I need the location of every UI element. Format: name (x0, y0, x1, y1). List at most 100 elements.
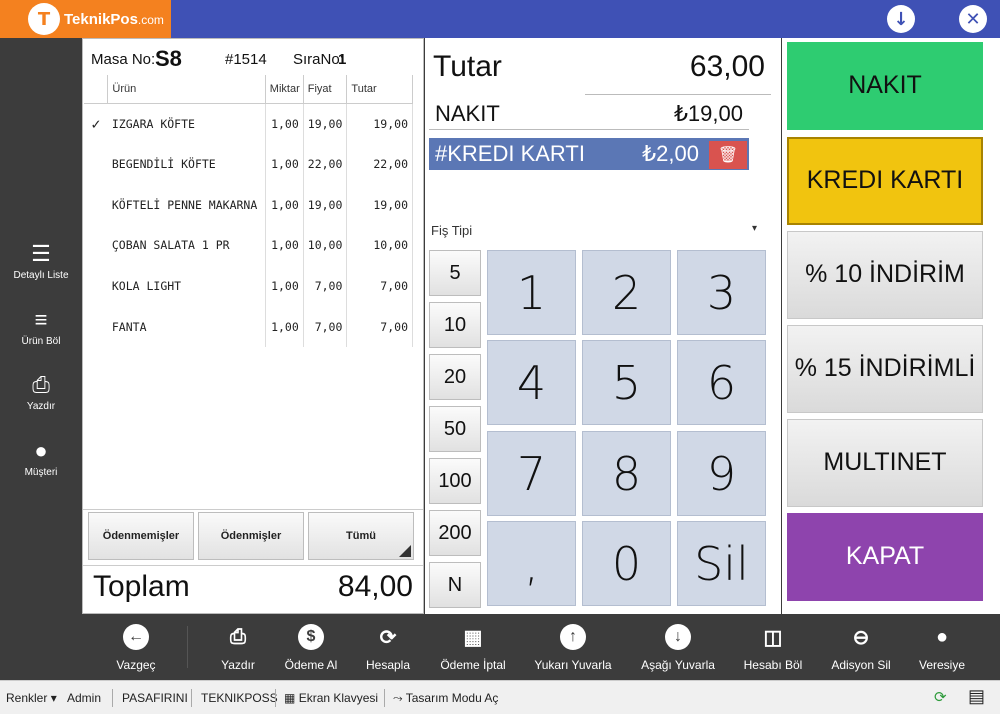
keyboard-icon: ▦ (284, 691, 296, 705)
credit-card-button[interactable]: KREDI KARTI (787, 137, 983, 225)
keypad-0[interactable]: 0 (582, 521, 671, 606)
keypad-1[interactable]: 1 (487, 250, 576, 335)
quick-amount-button[interactable]: 100 (429, 458, 481, 504)
delete-receipt-button[interactable]: ⊖ Adisyon Sil (816, 624, 906, 673)
keypad-8[interactable]: 8 (582, 431, 671, 516)
row-check-icon (84, 144, 108, 185)
colors-menu[interactable]: Renkler ▾ (6, 691, 57, 705)
filter-all-button[interactable]: Tümü (308, 512, 414, 560)
sidebar-item-split-item[interactable]: ≡ Ürün Böl (0, 308, 82, 348)
cash-register-icon[interactable]: ▤ (968, 686, 985, 707)
keypad-9[interactable]: 9 (677, 431, 766, 516)
row-qty: 1,00 (265, 224, 304, 266)
divider (384, 689, 385, 707)
keypad-4[interactable]: 4 (487, 340, 576, 425)
payment-line-label: #KREDI KARTI (435, 141, 585, 166)
quick-amount-button[interactable]: 5 (429, 250, 481, 296)
masa-label: Masa No: (91, 51, 156, 68)
row-product: BEGENDİLİ KÖFTE (107, 143, 266, 185)
quick-amount-button[interactable]: 10 (429, 302, 481, 348)
divider (585, 94, 771, 95)
order-total: Toplam 84,00 (83, 565, 423, 613)
row-qty: 1,00 (265, 184, 304, 225)
keypad-comma[interactable]: , (487, 521, 576, 606)
table-row[interactable]: FANTA 1,00 7,00 7,00 (84, 306, 413, 347)
keypad-5[interactable]: 5 (582, 340, 671, 425)
keypad-6[interactable]: 6 (677, 340, 766, 425)
row-total: 7,00 (346, 265, 413, 307)
quick-amount-button[interactable]: 200 (429, 510, 481, 556)
sidebar-item-label: Detaylı Liste (13, 270, 69, 281)
keypad-7[interactable]: 7 (487, 431, 576, 516)
payment-methods-panel: NAKIT KREDI KARTI % 10 İNDİRİM % 15 İNDİ… (782, 38, 1000, 614)
row-check-icon (84, 225, 108, 266)
filter-bar: Ödenmemişler Ödenmişler Tümü (83, 509, 423, 563)
payment-line[interactable]: NAKIT ₺19,00 (429, 98, 749, 130)
table-row[interactable]: KÖFTELİ PENNE MAKARNA 1,00 19,00 19,00 (84, 184, 413, 225)
trash-icon[interactable]: 🗑 (709, 141, 747, 169)
corner-indicator-icon (399, 545, 411, 557)
round-down-button[interactable]: ↓ Aşağı Yuvarla (633, 624, 723, 672)
filter-paid-button[interactable]: Ödenmişler (198, 512, 304, 560)
app-logo: T TeknikPos.com (0, 0, 171, 38)
table-header-row: Ürün Miktar Fiyat Tutar (84, 75, 413, 104)
column-header-total[interactable]: Tutar (346, 75, 413, 104)
status-location: PASAFIRINI (122, 691, 188, 705)
row-price: 7,00 (303, 306, 348, 347)
sidebar-item-detailed-list[interactable]: ☰ Detaylı Liste (0, 242, 82, 282)
calculate-button[interactable]: ⟳ Hesapla (343, 624, 433, 673)
sidebar-item-print[interactable]: ⎙ Yazdır (0, 372, 82, 413)
chevron-down-icon: ▾ (751, 223, 757, 234)
table-row[interactable]: ✓ IZGARA KÖFTE 1,00 19,00 19,00 (84, 103, 413, 144)
row-check-icon (84, 266, 108, 307)
column-header-price[interactable]: Fiyat (302, 75, 348, 104)
sync-icon[interactable]: ⟳ (934, 688, 947, 706)
receipt-type-select[interactable]: Fiş Tipi ▾ (431, 223, 757, 243)
cash-button[interactable]: NAKIT (787, 42, 983, 130)
action-bar: ← Vazgeç ⎙ Yazdır $ Ödeme Al ⟳ Hesapla ▦… (0, 614, 1000, 680)
row-price: 22,00 (303, 143, 348, 185)
cancel-payment-button[interactable]: ▦ Ödeme İptal (428, 624, 518, 673)
payment-line-selected[interactable]: #KREDI KARTI ₺2,00 🗑 (429, 138, 749, 170)
discount-15-button[interactable]: % 15 İNDİRİMLİ (787, 325, 983, 413)
table-row[interactable]: KOLA LIGHT 1,00 7,00 7,00 (84, 265, 413, 307)
round-up-button[interactable]: ↑ Yukarı Yuvarla (528, 624, 618, 672)
discount-10-button[interactable]: % 10 İNDİRİM (787, 231, 983, 319)
quick-amount-button[interactable]: 50 (429, 406, 481, 452)
receipt-type-label: Fiş Tipi (431, 223, 473, 238)
quick-amount-button[interactable]: N (429, 562, 481, 608)
table-row[interactable]: BEGENDİLİ KÖFTE 1,00 22,00 22,00 (84, 143, 413, 185)
multinet-button[interactable]: MULTINET (787, 419, 983, 507)
action-label: Veresiye (918, 658, 966, 672)
split-bill-icon: ◫ (763, 626, 783, 649)
design-mode-button[interactable]: ⤳ Tasarım Modu Aç (393, 691, 498, 706)
download-circle-icon[interactable]: ↓ (887, 5, 915, 33)
row-check-icon: ✓ (91, 114, 101, 133)
keypad-3[interactable]: 3 (677, 250, 766, 335)
keypad-delete[interactable]: Sil (677, 521, 766, 606)
printer-icon: ⎙ (32, 372, 50, 397)
filter-unpaid-button[interactable]: Ödenmemişler (88, 512, 194, 560)
table-row[interactable]: ÇOBAN SALATA 1 PR 1,00 10,00 10,00 (84, 224, 413, 266)
sidebar-item-customer[interactable]: ● Müşteri (0, 439, 82, 479)
keypad-2[interactable]: 2 (582, 250, 671, 335)
screen-keyboard-button[interactable]: ▦ Ekran Klavyesi (284, 691, 378, 705)
quick-amount-button[interactable]: 20 (429, 354, 481, 400)
order-number: #1514 (225, 51, 267, 68)
row-qty: 1,00 (265, 306, 304, 347)
logo-text: TeknikPos.com (64, 10, 164, 28)
total-label: Toplam (93, 570, 190, 603)
check-column-header (84, 75, 109, 104)
back-icon: ← (123, 624, 149, 650)
close-circle-icon[interactable]: ✕ (959, 5, 987, 33)
column-header-qty[interactable]: Miktar (264, 75, 304, 104)
payment-line-amount: ₺2,00 (642, 141, 699, 166)
action-label: Hesapla (365, 658, 411, 672)
split-bill-button[interactable]: ◫ Hesabı Böl (728, 624, 818, 673)
cancel-action-button[interactable]: ← Vazgeç (91, 624, 181, 672)
credit-user-icon: ● (935, 625, 949, 648)
credit-account-button[interactable]: ● Veresiye (897, 624, 987, 673)
close-bill-button[interactable]: KAPAT (787, 513, 983, 601)
column-header-product[interactable]: Ürün (107, 75, 266, 104)
logo-icon: T (28, 3, 60, 35)
